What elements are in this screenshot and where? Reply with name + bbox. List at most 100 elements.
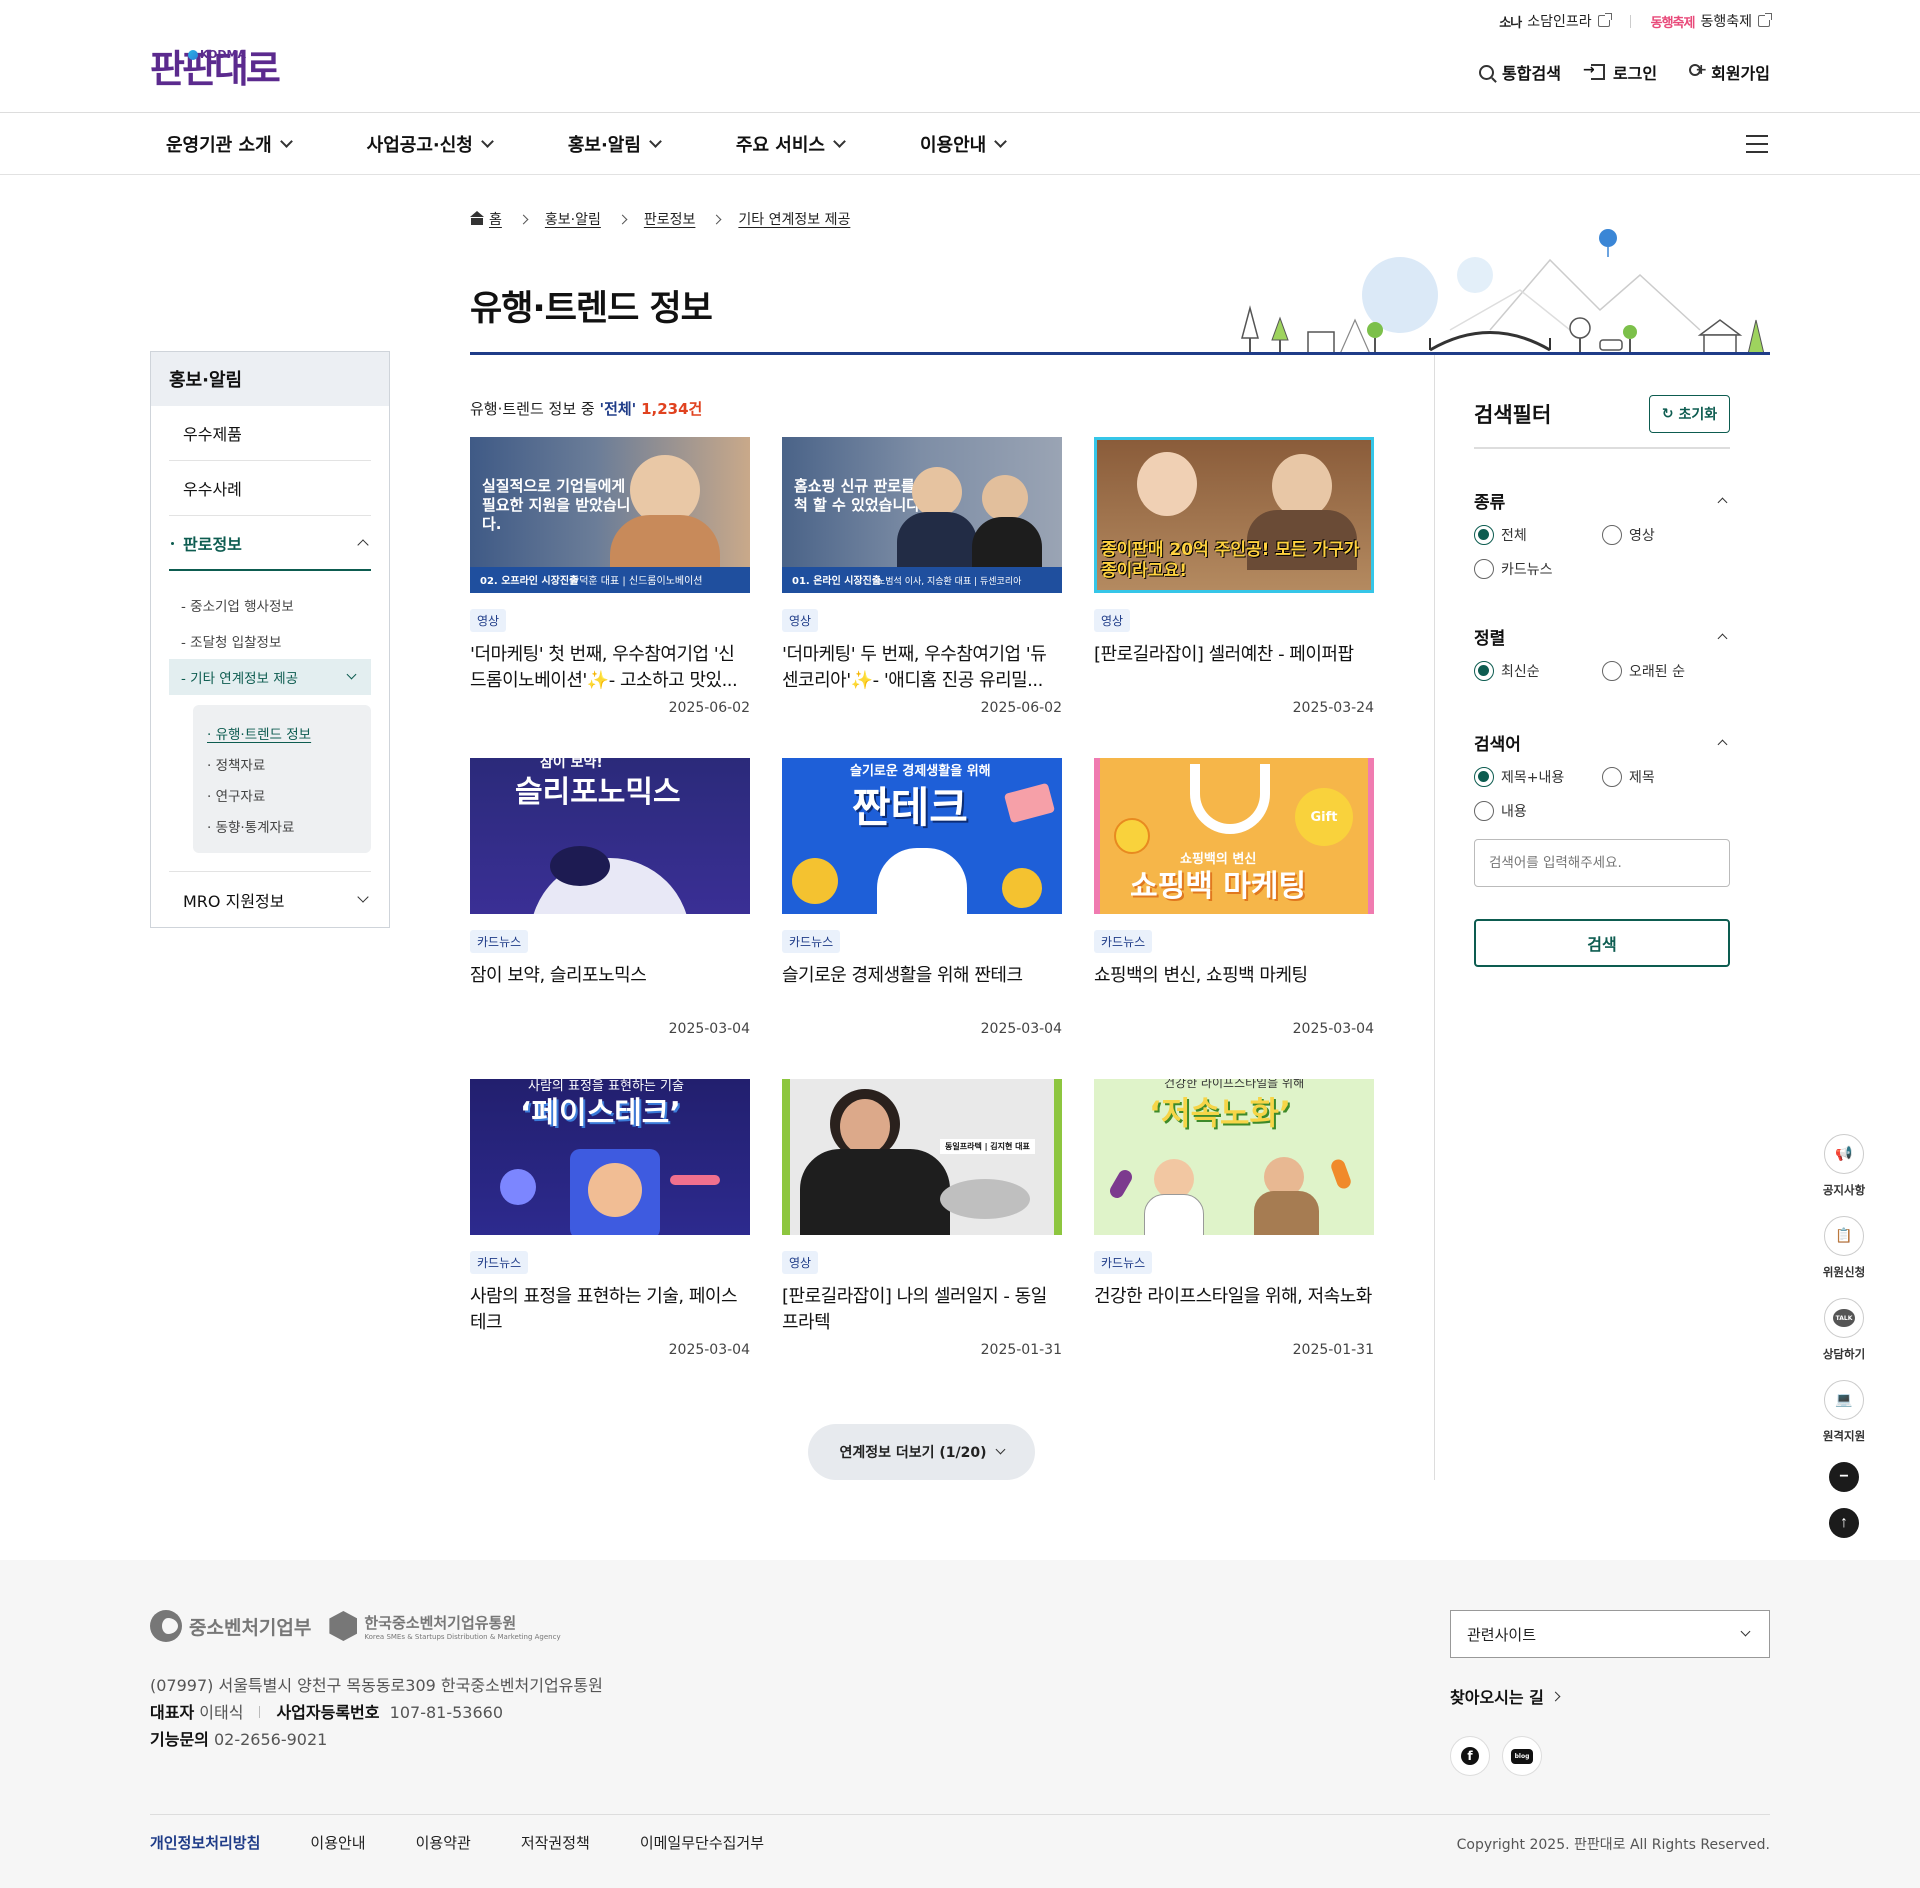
card-date: 2025-06-02 [668,700,750,716]
card-date: 2025-03-04 [668,1342,750,1358]
related-sites-select[interactable]: 관련사이트 [1450,1610,1770,1658]
login-link[interactable]: 로그인 [1583,60,1657,84]
content-card[interactable]: 건강한 라이프스타일을 위해 ‘저속노화’ 카드뉴스 건강한 라이프스타일을 위… [1094,1079,1374,1358]
side-nav-title: 홍보·알림 [151,352,389,406]
side-nav-item-cases[interactable]: 우수사례 [169,461,371,516]
content-card[interactable]: 슬기로운 경제생활을 위해 짠테크 카드뉴스 슬기로운 경제생활을 위해 짠테크… [782,758,1062,1037]
radio-type-cardnews[interactable]: 카드뉴스 [1474,557,1602,581]
card-type-badge: 영상 [782,1251,819,1274]
menu-icon[interactable] [1746,135,1768,153]
radio-indicator [1474,559,1494,579]
radio-sort-oldest[interactable]: 오래된 순 [1602,659,1730,683]
sodam-link[interactable]: 소나 소담인프라 [1499,11,1612,31]
side-nav-item-excellent-products[interactable]: 우수제품 [169,406,371,461]
utility-bar: 소나 소담인프라 동행축제 동행축제 [1499,8,1772,34]
filter-keyword-toggle[interactable]: 검색어 [1474,727,1730,757]
side-nav-sub-bids[interactable]: - 조달청 입찰정보 [169,623,371,659]
side-nav-sub-events[interactable]: - 중소기업 행사정보 [169,587,371,623]
scroll-top-button[interactable]: ↑ [1829,1508,1859,1538]
blog-link[interactable]: blog [1502,1736,1542,1776]
side-nav-research[interactable]: · 연구자료 [207,779,357,810]
quick-notice[interactable]: 📢 공지사항 [1823,1134,1865,1198]
chevron-down-icon [649,134,662,148]
radio-indicator [1474,525,1494,545]
facebook-link[interactable]: f [1450,1736,1490,1776]
filter-sort-section: 정렬 최신순 오래된 순 [1474,621,1730,683]
load-more-button[interactable]: 연계정보 더보기 (1/20) [808,1424,1035,1480]
radio-sort-newest[interactable]: 최신순 [1474,659,1602,683]
site-logo[interactable]: KODMA 판판대로 [150,48,281,88]
signup-link[interactable]: 회원가입 [1687,60,1770,84]
zoom-out-button[interactable]: − [1829,1462,1859,1492]
radio-scope-content[interactable]: 내용 [1474,799,1602,823]
card-type-badge: 영상 [782,609,819,632]
content-card[interactable]: Gift 쇼핑백의 변신 쇼핑백 마케팅 카드뉴스 쇼핑백의 변신, 쇼핑백 마… [1094,758,1374,1037]
side-nav-third-menu: · 유행·트렌드 정보 · 정책자료 · 연구자료 · 동향·통계자료 [193,705,371,853]
filter-keyword-section: 검색어 제목+내용 제목 내용 검색 [1474,727,1730,967]
donghaeng-link[interactable]: 동행축제 동행축제 [1651,11,1772,31]
breadcrumb: 홈 홍보·알림 판로정보 기타 연계정보 제공 [470,209,850,229]
content-card[interactable]: 사람의 표정을 표현하는 기술 ‘페이스테크’ 카드뉴스 사람의 표정을 표현하… [470,1079,750,1358]
sns-links: f blog [1450,1736,1542,1776]
nav-business[interactable]: 사업공고·신청 [351,131,508,157]
privacy-policy-link[interactable]: 개인정보처리방침 [150,1832,260,1853]
main-nav: 운영기관 소개 사업공고·신청 홍보·알림 주요 서비스 이용안내 [150,113,1065,174]
chevron-down-icon [357,891,369,903]
reset-button[interactable]: ↻ 초기화 [1649,395,1730,433]
side-nav-stats[interactable]: · 동향·통계자료 [207,810,357,841]
nav-services[interactable]: 주요 서비스 [720,131,860,157]
talk-icon: TALK [1824,1298,1864,1338]
nav-promotion[interactable]: 홍보·알림 [552,131,676,157]
header-links: 통합검색 로그인 회원가입 [1479,60,1770,84]
filter-search-button[interactable]: 검색 [1474,919,1730,967]
content-card[interactable]: 잠이 보약! 슬리포노믹스 카드뉴스 잠이 보약, 슬리포노믹스 2025-03… [470,758,750,1037]
keyword-input[interactable] [1474,839,1730,887]
side-nav-item-mro[interactable]: MRO 지원정보 [169,872,371,927]
card-thumbnail: 실질적으로 기업들에게 필요한 지원을 받았습니다. 02. 오프라인 시장진출… [470,437,750,593]
nav-about[interactable]: 운영기관 소개 [150,131,307,157]
side-nav-policy[interactable]: · 정책자료 [207,748,357,779]
chevron-up-icon [1717,497,1728,508]
quick-consult[interactable]: TALK 상담하기 [1823,1298,1865,1362]
chevron-right-icon [617,214,628,224]
divider [1434,355,1435,1480]
content-card[interactable]: 홈쇼핑 신규 판로를 개척 할 수 있었습니다. 01. 온라인 시장진출 노범… [782,437,1062,716]
terms-link[interactable]: 이용약관 [416,1832,471,1853]
clipboard-icon: 📋 [1824,1216,1864,1256]
card-thumbnail: 종이판매 20억 주인공! 모든 가구가 종이라고요! [1094,437,1374,593]
title-underline [470,352,1770,355]
directions-link[interactable]: 찾아오시는 길 [1450,1684,1561,1708]
card-type-badge: 카드뉴스 [470,1251,529,1274]
radio-type-video[interactable]: 영상 [1602,523,1730,547]
nav-guide[interactable]: 이용안내 [904,131,1021,157]
footer-logos: 중소벤처기업부 한국중소벤처기업유통원 Korea SMEs & Startups… [150,1610,561,1642]
card-title: [판로길라잡이] 셀러예찬 - 페이퍼팝 [1094,644,1354,665]
side-nav-item-sales-info[interactable]: 판로정보 [169,516,371,571]
card-type-badge: 카드뉴스 [470,930,529,953]
quick-apply[interactable]: 📋 위원신청 [1823,1216,1865,1280]
breadcrumb-promotion[interactable]: 홍보·알림 [545,209,601,229]
chevron-down-icon [995,1444,1005,1455]
side-nav-sub-other[interactable]: - 기타 연계정보 제공 [169,659,371,695]
quick-remote[interactable]: 💻 원격지원 [1823,1380,1865,1444]
breadcrumb-home[interactable]: 홈 [470,209,502,229]
usage-guide-link[interactable]: 이용안내 [310,1832,365,1853]
side-nav-trend[interactable]: · 유행·트렌드 정보 [207,717,357,748]
radio-scope-title-content[interactable]: 제목+내용 [1474,765,1602,789]
integrated-search-link[interactable]: 통합검색 [1479,60,1561,84]
chevron-down-icon [833,134,846,148]
filter-type-toggle[interactable]: 종류 [1474,485,1730,515]
divider [1629,14,1631,28]
content-card[interactable]: 실질적으로 기업들에게 필요한 지원을 받았습니다. 02. 오프라인 시장진출… [470,437,750,716]
copyright-policy-link[interactable]: 저작권정책 [521,1832,590,1853]
content-card[interactable]: 동일프라텍 | 김지현 대표 영상 [판로길라잡이] 나의 셀러일지 - 동일프… [782,1079,1062,1358]
radio-scope-title[interactable]: 제목 [1602,765,1730,789]
radio-type-all[interactable]: 전체 [1474,523,1602,547]
email-refusal-link[interactable]: 이메일무단수집거부 [640,1832,764,1853]
chevron-up-icon [1717,633,1728,644]
content-card[interactable]: 종이판매 20억 주인공! 모든 가구가 종이라고요! 영상 [판로길라잡이] … [1094,437,1374,716]
breadcrumb-other-info[interactable]: 기타 연계정보 제공 [738,209,850,229]
card-date: 2025-03-04 [1292,1021,1374,1037]
filter-sort-toggle[interactable]: 정렬 [1474,621,1730,651]
breadcrumb-sales-info[interactable]: 판로정보 [644,209,696,229]
